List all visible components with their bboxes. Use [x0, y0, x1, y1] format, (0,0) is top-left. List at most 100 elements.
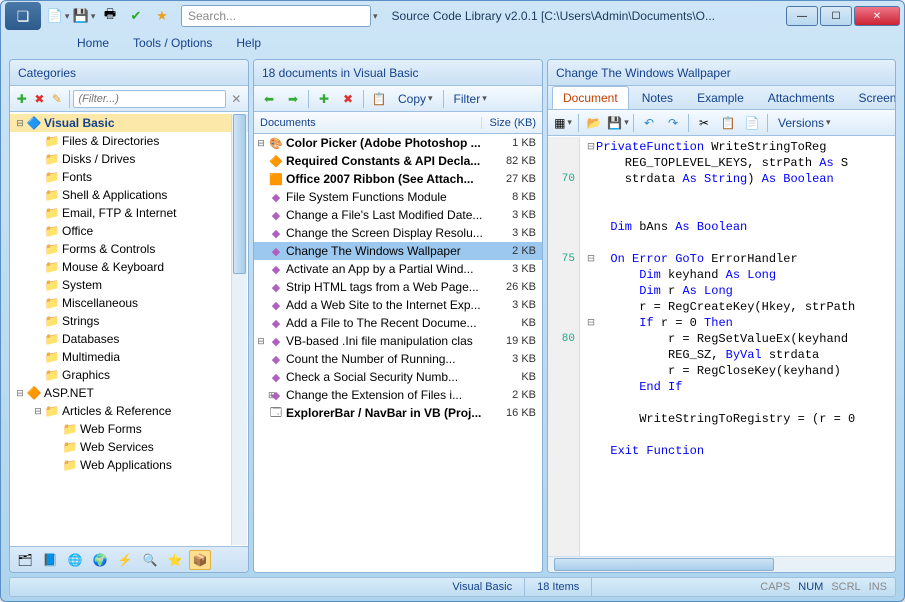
- expand-icon[interactable]: ⊟: [254, 138, 268, 149]
- tree-item[interactable]: 📁Mouse & Keyboard: [10, 258, 248, 276]
- menu-help[interactable]: Help: [236, 36, 261, 50]
- tree-item[interactable]: 📁Web Services: [10, 438, 248, 456]
- tree-item[interactable]: 📁Forms & Controls: [10, 240, 248, 258]
- document-row[interactable]: ◆Change The Windows Wallpaper2 KB: [254, 242, 542, 260]
- lang-all-icon[interactable]: 🗂: [14, 550, 36, 570]
- expand-icon[interactable]: ⊟: [32, 406, 44, 417]
- tree-item[interactable]: 📁Graphics: [10, 366, 248, 384]
- document-row[interactable]: ◆Add a File to The Recent Docume...KB: [254, 314, 542, 332]
- fold-icon[interactable]: ⊟: [586, 139, 596, 155]
- expand-icon[interactable]: ⊟: [254, 336, 268, 347]
- code-editor[interactable]: 70 75 80 ⊟PrivateFunction WriteStringToR…: [548, 136, 895, 556]
- save-icon[interactable]: 💾▾: [607, 113, 629, 133]
- app-icon[interactable]: ❏: [5, 2, 41, 30]
- copy-icon[interactable]: 📋: [368, 89, 390, 109]
- copy-button[interactable]: Copy ▾: [392, 89, 439, 109]
- tab-notes[interactable]: Notes: [631, 86, 684, 109]
- tree-item[interactable]: 📁Miscellaneous: [10, 294, 248, 312]
- tree-item[interactable]: 📁Web Forms: [10, 420, 248, 438]
- menu-tools[interactable]: Tools / Options: [133, 36, 212, 50]
- expand-icon[interactable]: ⊞: [254, 390, 268, 401]
- tab-document[interactable]: Document: [552, 86, 629, 109]
- document-row[interactable]: ◆Count the Number of Running...3 KB: [254, 350, 542, 368]
- scrollbar-thumb[interactable]: [233, 114, 246, 274]
- lang-net-icon[interactable]: 🌍: [89, 550, 111, 570]
- tree-item[interactable]: 📁Email, FTP & Internet: [10, 204, 248, 222]
- code-body[interactable]: ⊟PrivateFunction WriteStringToReg REG_TO…: [580, 137, 895, 556]
- lang-other-icon[interactable]: 📦: [189, 550, 211, 570]
- maximize-button[interactable]: ☐: [820, 6, 852, 26]
- search-dropdown-icon[interactable]: ▾: [373, 11, 378, 22]
- favorite-icon[interactable]: ★: [151, 5, 173, 27]
- lang-search-icon[interactable]: 🔍: [139, 550, 161, 570]
- lang-fav-icon[interactable]: ⭐: [164, 550, 186, 570]
- document-row[interactable]: ⊟🎨Color Picker (Adobe Photoshop ...1 KB: [254, 134, 542, 152]
- edit-icon[interactable]: ✎: [49, 89, 65, 109]
- add-doc-icon[interactable]: ✚: [313, 89, 335, 109]
- tree-item[interactable]: ⊟📁Articles & Reference: [10, 402, 248, 420]
- versions-button[interactable]: Versions ▾: [772, 113, 837, 133]
- documents-columns[interactable]: Documents Size (KB): [254, 112, 542, 134]
- undo-icon[interactable]: ↶: [638, 113, 660, 133]
- scrollbar-thumb[interactable]: [554, 558, 774, 571]
- tree-item[interactable]: 📁Multimedia: [10, 348, 248, 366]
- back-icon[interactable]: ⬅: [258, 89, 280, 109]
- filter-button[interactable]: Filter ▾: [448, 89, 493, 109]
- document-row[interactable]: 🗔ExplorerBar / NavBar in VB (Proj...16 K…: [254, 404, 542, 422]
- horizontal-scrollbar[interactable]: [548, 556, 895, 572]
- document-row[interactable]: ◆File System Functions Module8 KB: [254, 188, 542, 206]
- tree-item[interactable]: 📁Office: [10, 222, 248, 240]
- category-filter-input[interactable]: [73, 90, 226, 108]
- forward-icon[interactable]: ➡: [282, 89, 304, 109]
- document-row[interactable]: ◆Change a File's Last Modified Date...3 …: [254, 206, 542, 224]
- fold-icon[interactable]: ⊟: [586, 315, 596, 331]
- document-row[interactable]: 🟧Office 2007 Ribbon (See Attach...27 KB: [254, 170, 542, 188]
- redo-icon[interactable]: ↷: [662, 113, 684, 133]
- menu-home[interactable]: Home: [77, 36, 109, 50]
- document-row[interactable]: ⊟◆VB-based .Ini file manipulation clas19…: [254, 332, 542, 350]
- categories-tree[interactable]: ⊟🔷Visual Basic📁Files & Directories📁Disks…: [10, 112, 248, 546]
- print-icon[interactable]: 🖶: [99, 5, 121, 27]
- col-size[interactable]: Size (KB): [482, 117, 542, 129]
- search-input[interactable]: [188, 9, 364, 23]
- expand-icon[interactable]: ⊟: [14, 118, 26, 129]
- tree-item[interactable]: 📁Databases: [10, 330, 248, 348]
- check-icon[interactable]: ✔: [125, 5, 147, 27]
- document-row[interactable]: ◆Check a Social Security Numb...KB: [254, 368, 542, 386]
- tree-item[interactable]: 📁Shell & Applications: [10, 186, 248, 204]
- lang-vb-icon[interactable]: 📘: [39, 550, 61, 570]
- document-row[interactable]: ◆Add a Web Site to the Internet Exp...3 …: [254, 296, 542, 314]
- delete-icon[interactable]: ✖: [32, 89, 48, 109]
- document-row[interactable]: ⊞◆Change the Extension of Files i...2 KB: [254, 386, 542, 404]
- tree-item[interactable]: 📁System: [10, 276, 248, 294]
- save-icon[interactable]: 💾▾: [73, 5, 95, 27]
- document-row[interactable]: 🔶Required Constants & API Decla...82 KB: [254, 152, 542, 170]
- view-mode-icon[interactable]: ▦▾: [552, 113, 574, 133]
- paste-icon[interactable]: 📄: [741, 113, 763, 133]
- tree-item[interactable]: 📁Web Applications: [10, 456, 248, 474]
- scrollbar[interactable]: [231, 114, 247, 545]
- tree-item[interactable]: 📁Fonts: [10, 168, 248, 186]
- document-row[interactable]: ◆Activate an App by a Partial Wind...3 K…: [254, 260, 542, 278]
- documents-list[interactable]: ⊟🎨Color Picker (Adobe Photoshop ...1 KB🔶…: [254, 134, 542, 572]
- document-row[interactable]: ◆Strip HTML tags from a Web Page...26 KB: [254, 278, 542, 296]
- fold-icon[interactable]: ⊟: [586, 251, 596, 267]
- close-button[interactable]: ✕: [854, 6, 900, 26]
- tree-item[interactable]: 📁Strings: [10, 312, 248, 330]
- tab-screenshots[interactable]: Screenshots: [847, 86, 896, 109]
- cut-icon[interactable]: ✂: [693, 113, 715, 133]
- expand-icon[interactable]: ⊟: [14, 388, 26, 399]
- minimize-button[interactable]: —: [786, 6, 818, 26]
- col-documents[interactable]: Documents: [254, 117, 482, 129]
- delete-doc-icon[interactable]: ✖: [337, 89, 359, 109]
- open-icon[interactable]: 📂: [583, 113, 605, 133]
- lang-web-icon[interactable]: 🌐: [64, 550, 86, 570]
- copy-code-icon[interactable]: 📋: [717, 113, 739, 133]
- tree-item[interactable]: ⊟🔶ASP.NET: [10, 384, 248, 402]
- global-search[interactable]: [181, 5, 371, 27]
- tab-attachments[interactable]: Attachments: [757, 86, 846, 109]
- tab-example[interactable]: Example: [686, 86, 755, 109]
- lang-js-icon[interactable]: ⚡: [114, 550, 136, 570]
- new-icon[interactable]: 📄▾: [47, 5, 69, 27]
- tree-item[interactable]: ⊟🔷Visual Basic: [10, 114, 248, 132]
